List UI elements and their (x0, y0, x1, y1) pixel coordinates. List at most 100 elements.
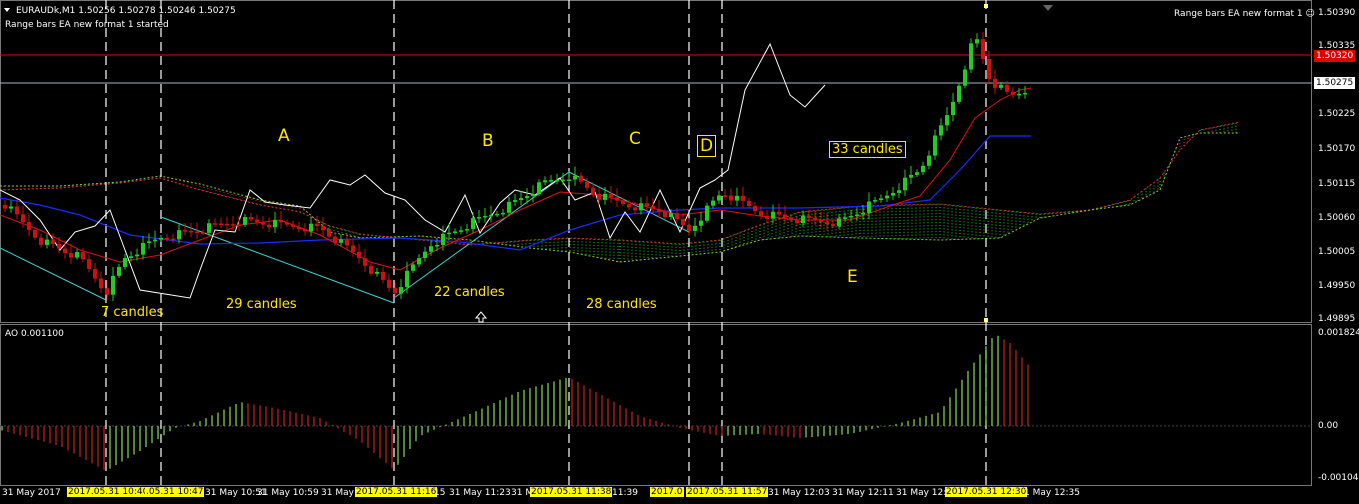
candle-body (219, 223, 223, 226)
candle-body (939, 125, 943, 136)
candle-body (381, 271, 385, 280)
candle-body (435, 245, 439, 247)
candle-body (129, 256, 133, 258)
candle-body (393, 287, 397, 294)
candle-body (597, 193, 601, 200)
candle-body (363, 258, 367, 266)
candle-body (465, 229, 469, 231)
candle-body (633, 207, 637, 211)
candle-body (813, 217, 817, 220)
candle-body (933, 135, 937, 156)
candle-body (645, 203, 649, 207)
menu-triangle-icon[interactable] (4, 8, 10, 12)
zone-label-e: E (847, 267, 858, 287)
candle-body (729, 195, 733, 201)
chart-canvas[interactable] (0, 0, 1359, 504)
channel-line (0, 247, 107, 301)
candle-body (567, 179, 571, 181)
candle-body (81, 252, 85, 260)
candle-body (195, 231, 199, 234)
candle-body (153, 239, 157, 242)
marker-square-top (984, 4, 988, 8)
candle-body (657, 208, 661, 212)
candle-body (723, 195, 727, 197)
candle-body (795, 220, 799, 224)
time-highlight: 2017.05.31 11:16 (355, 487, 438, 497)
time-highlight: .05.31 10:47 (145, 487, 205, 497)
price-tick: 1.50390 (1318, 8, 1356, 18)
candle-body (183, 230, 187, 232)
candle-body (663, 211, 667, 218)
price-tick: 1.50115 (1318, 179, 1356, 189)
candle-body (543, 180, 547, 183)
candle-body (3, 205, 7, 209)
ao-panel-border (0, 324, 1312, 486)
candle-body (735, 195, 739, 201)
candle-body (711, 200, 715, 206)
candle-count-33: 33 candles (829, 141, 906, 158)
time-label: 31 May (321, 488, 354, 498)
candle-body (591, 187, 595, 194)
candle-body (981, 39, 985, 59)
current-price-tag: 1.50275 (1314, 77, 1356, 89)
candle-body (33, 229, 37, 238)
price-tick: 1.50005 (1318, 247, 1356, 257)
candle-body (783, 214, 787, 218)
candle-body (561, 179, 565, 182)
candle-body (429, 246, 433, 252)
candle-body (621, 200, 625, 205)
candle-body (669, 213, 673, 218)
time-highlight: 2017.0 (650, 487, 684, 497)
smiley-icon: ☺ (1305, 9, 1315, 19)
ao-histogram (1, 335, 1029, 470)
candle-body (909, 174, 913, 178)
candle-body (501, 212, 505, 215)
candle-body (135, 254, 139, 257)
time-label: 31 May 2017 (2, 488, 61, 498)
candle-count-7: 7 candles (101, 305, 164, 320)
candle-body (9, 206, 13, 209)
candle-body (261, 222, 265, 225)
candle-body (891, 192, 895, 196)
candle-body (873, 200, 877, 202)
candle-body (213, 223, 217, 225)
candle-body (807, 215, 811, 218)
candle-body (825, 221, 829, 225)
up-arrow-icon (474, 311, 488, 323)
time-highlight: 2017.05.31 12:30 (945, 487, 1028, 497)
candle-body (759, 211, 763, 216)
time-label: 31 May 11:23 (449, 488, 511, 498)
candle-body (309, 223, 313, 232)
candle-body (57, 244, 61, 249)
candle-body (639, 203, 643, 211)
scroll-marker-icon[interactable] (1043, 5, 1053, 11)
candle-body (495, 213, 499, 216)
candle-body (87, 259, 91, 269)
candle-body (267, 224, 271, 228)
price-tick: 1.50170 (1318, 144, 1356, 154)
candle-body (405, 270, 409, 288)
candle-body (519, 198, 523, 201)
candle-body (207, 223, 211, 233)
ao-title: AO 0.001100 (5, 329, 64, 339)
candle-body (483, 215, 487, 218)
candle-body (609, 193, 613, 198)
candle-count-29: 29 candles (226, 297, 297, 312)
candle-body (171, 238, 175, 241)
candle-body (111, 275, 115, 295)
candle-body (27, 222, 31, 230)
candle-body (915, 172, 919, 175)
candle-body (357, 251, 361, 259)
candle-body (771, 211, 775, 219)
candle-body (351, 245, 355, 252)
ea-name-text: Range bars EA new format 1 ☺ (1174, 9, 1315, 19)
candlesticks (3, 32, 1027, 302)
candle-body (147, 241, 151, 243)
ichimoku-cloud (0, 121, 1241, 263)
time-highlight: 2017.05.31 11:38 (530, 487, 613, 497)
candle-body (369, 265, 373, 274)
candle-body (741, 195, 745, 201)
candle-body (537, 182, 541, 195)
candle-body (39, 237, 43, 245)
candle-body (555, 179, 559, 182)
